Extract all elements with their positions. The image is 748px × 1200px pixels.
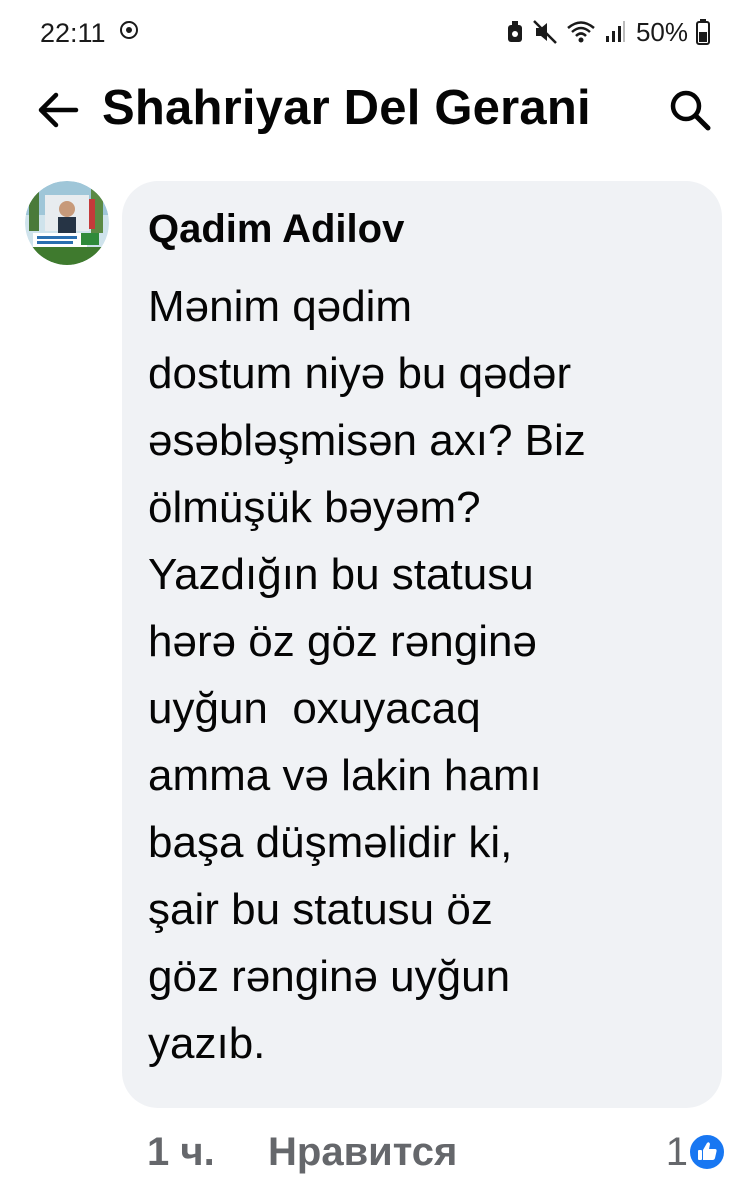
thumbs-up-icon[interactable] bbox=[688, 1133, 726, 1171]
comment-author[interactable]: Qadim Adilov bbox=[148, 205, 404, 253]
comment-bubble[interactable]: Qadim Adilov Mənim qədim dostum niyə bu … bbox=[122, 181, 722, 1108]
signal-icon bbox=[605, 21, 625, 42]
status-bar: 22:11 50% bbox=[0, 0, 748, 62]
mute-icon bbox=[533, 20, 557, 44]
top-app-bar: Shahriyar Del Gerani bbox=[0, 66, 748, 156]
alarm-icon bbox=[507, 21, 522, 42]
comment-text: Mənim qədim dostum niyə bu qədər əsəbləş… bbox=[148, 282, 586, 1068]
battery-icon bbox=[696, 19, 710, 45]
comment-timestamp[interactable]: 1 ч. bbox=[147, 1130, 215, 1175]
reaction-count[interactable]: 1 bbox=[666, 1130, 688, 1175]
avatar[interactable] bbox=[25, 181, 109, 265]
comment-actions: 1 ч. Нравится 1 bbox=[0, 1120, 748, 1190]
battery-level: 50% bbox=[635, 16, 688, 47]
status-icons: 50% bbox=[506, 16, 710, 48]
search-icon[interactable] bbox=[668, 88, 712, 132]
status-time: 22:11 bbox=[40, 18, 106, 48]
page-title: Shahriyar Del Gerani bbox=[102, 81, 591, 135]
sync-icon bbox=[120, 21, 138, 39]
wifi-icon bbox=[567, 21, 595, 43]
arrow-left-icon[interactable] bbox=[34, 86, 82, 134]
like-button[interactable]: Нравится bbox=[268, 1130, 457, 1175]
avatar-image bbox=[25, 181, 109, 265]
